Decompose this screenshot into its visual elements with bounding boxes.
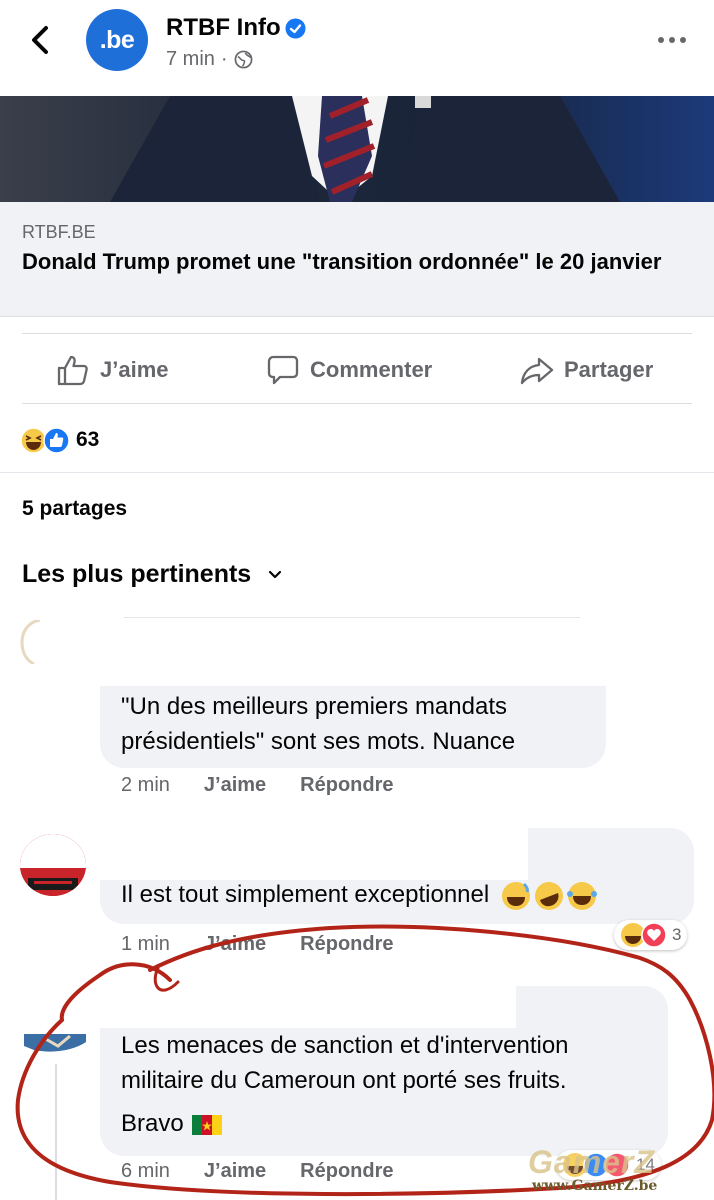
reaction-count: 63 bbox=[76, 428, 100, 451]
bubble-mask bbox=[100, 986, 516, 1028]
page-avatar[interactable]: .be bbox=[86, 9, 148, 71]
comment-text-line: Les menaces de sanction et d'interventio… bbox=[121, 1032, 569, 1059]
cameroon-flag-icon bbox=[192, 1114, 223, 1135]
comment-reply-button[interactable]: Répondre bbox=[300, 774, 393, 797]
chevron-down-icon bbox=[269, 570, 282, 578]
avatar-image bbox=[20, 620, 40, 664]
shares-count[interactable]: 5 partages bbox=[22, 497, 127, 521]
link-preview-card[interactable]: RTBF.BE Donald Trump promet une "transit… bbox=[0, 202, 714, 317]
comment-text-content: Bravo bbox=[121, 1110, 184, 1137]
reaction-count: 3 bbox=[672, 925, 682, 944]
share-label: Partager bbox=[564, 357, 654, 382]
bubble-mask bbox=[100, 828, 528, 880]
like-reaction-icon bbox=[43, 426, 70, 454]
avatar[interactable] bbox=[20, 834, 86, 896]
comment-time: 1 min bbox=[121, 933, 170, 955]
link-title[interactable]: Donald Trump promet une "transition ordo… bbox=[22, 248, 682, 275]
post-time: 7 min bbox=[166, 48, 215, 70]
comment-text-line: présidentiels" sont ses mots. Nuance bbox=[121, 728, 516, 755]
share-button[interactable]: Partager bbox=[520, 352, 653, 388]
divider bbox=[124, 617, 580, 618]
comment-meta: 2 min J’aime Répondre bbox=[121, 774, 428, 797]
watermark-url: www.GamerZ.be bbox=[532, 1178, 658, 1194]
comment-text-line: Bravo bbox=[121, 1106, 223, 1141]
comment-text-line: militaire du Cameroun ont porté ses frui… bbox=[121, 1067, 567, 1094]
sort-label: Les plus pertinents bbox=[22, 560, 252, 588]
divider bbox=[22, 333, 692, 334]
globe-icon bbox=[234, 50, 253, 69]
comment-reaction-badge[interactable]: 3 bbox=[614, 920, 688, 950]
avatar-image bbox=[24, 1034, 86, 1052]
comment-label: Commenter bbox=[310, 357, 433, 382]
comment-reply-button[interactable]: Répondre bbox=[300, 1160, 393, 1183]
article-image[interactable] bbox=[0, 96, 714, 202]
divider bbox=[0, 472, 714, 473]
comment-reply-button[interactable]: Répondre bbox=[300, 933, 393, 956]
meta-separator: · bbox=[220, 48, 228, 70]
comment-meta: 1 min J’aime Répondre bbox=[121, 933, 428, 956]
comment-like-button[interactable]: J’aime bbox=[204, 1160, 266, 1183]
comment-text-content: Il est tout simplement exceptionnel bbox=[121, 881, 490, 908]
watermark-logo: GamerZ bbox=[528, 1144, 655, 1180]
avatar[interactable] bbox=[24, 1034, 86, 1054]
comment-bubble-icon bbox=[267, 355, 299, 385]
comment-time: 6 min bbox=[121, 1160, 170, 1182]
like-label: J’aime bbox=[100, 357, 169, 382]
like-thumb-icon bbox=[57, 355, 88, 386]
comment-time: 2 min bbox=[121, 774, 170, 796]
post-meta: 7 min · bbox=[166, 48, 253, 71]
haha-love-reaction-icon bbox=[621, 922, 667, 948]
avatar-image bbox=[20, 834, 86, 896]
like-button[interactable]: J’aime bbox=[56, 352, 169, 388]
thread-line bbox=[55, 1064, 57, 1200]
article-image-drawing bbox=[0, 96, 714, 202]
comment-like-button[interactable]: J’aime bbox=[204, 933, 266, 956]
share-arrow-icon bbox=[520, 357, 554, 385]
comment-text-line: "Un des meilleurs premiers mandats bbox=[121, 693, 507, 720]
more-options-icon[interactable] bbox=[656, 30, 688, 50]
emoji-sequence-icon bbox=[501, 881, 597, 910]
comment-button[interactable]: Commenter bbox=[266, 352, 432, 388]
avatar[interactable] bbox=[20, 620, 40, 664]
comment-meta: 6 min J’aime Répondre bbox=[121, 1160, 428, 1183]
back-arrow-icon[interactable] bbox=[26, 22, 56, 58]
divider bbox=[22, 403, 692, 404]
watermark: GamerZ www.GamerZ.be bbox=[528, 1144, 698, 1196]
verified-badge-icon bbox=[285, 18, 306, 39]
reaction-summary[interactable]: 63 bbox=[20, 425, 99, 455]
link-domain: RTBF.BE bbox=[22, 222, 96, 242]
comment-text: Il est tout simplement exceptionnel bbox=[121, 877, 598, 912]
page-name[interactable]: RTBF Info bbox=[166, 14, 281, 42]
post-header: .be RTBF Info 7 min · bbox=[0, 0, 714, 96]
comment-like-button[interactable]: J’aime bbox=[204, 774, 266, 797]
comment-sort-dropdown[interactable]: Les plus pertinents bbox=[22, 560, 283, 589]
